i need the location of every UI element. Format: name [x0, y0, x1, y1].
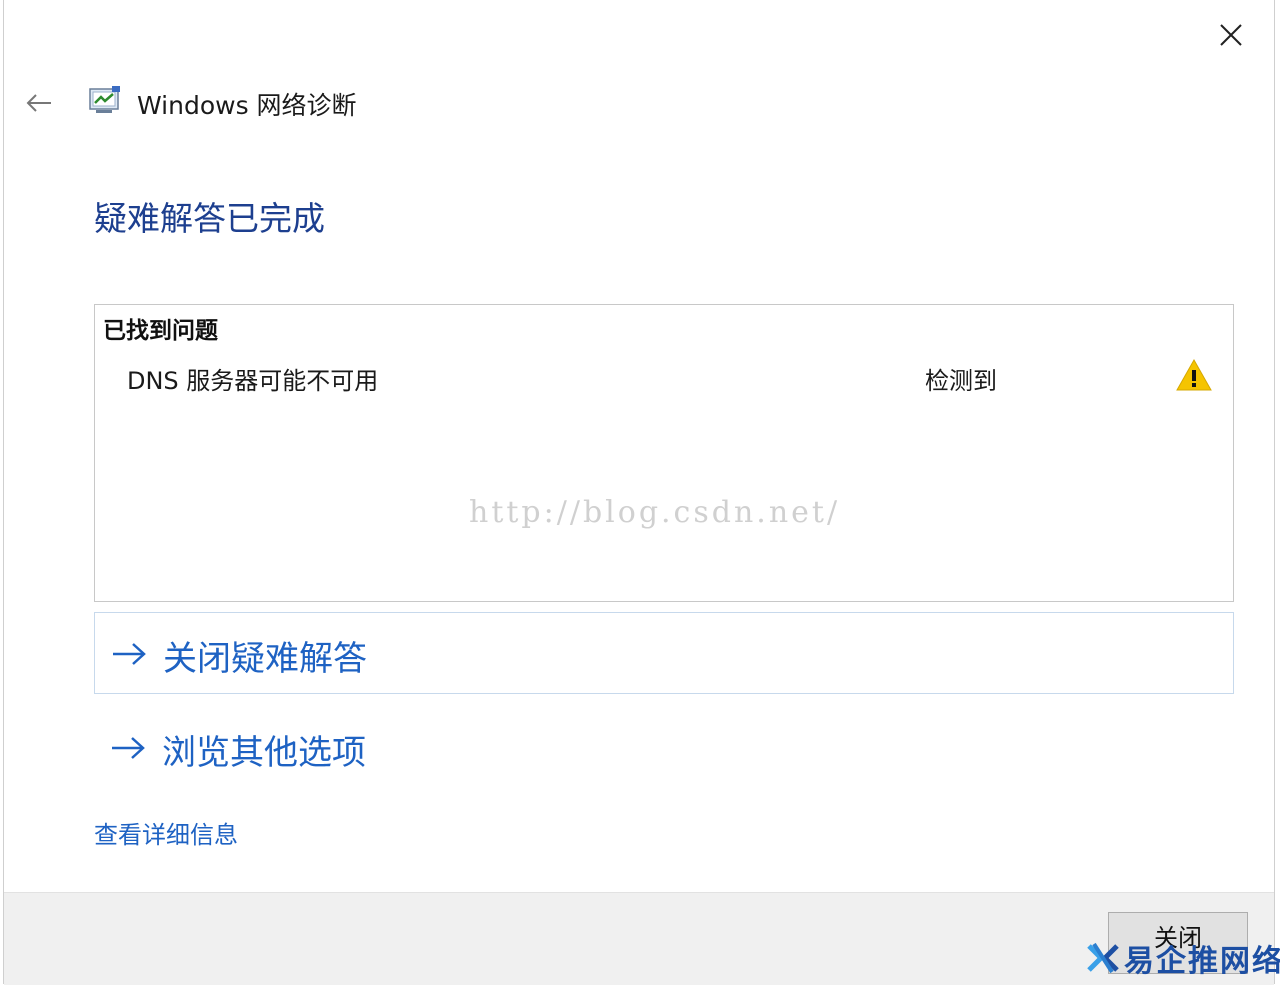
problem-item-name: DNS 服务器可能不可用 [127, 367, 379, 395]
action-label: 浏览其他选项 [162, 733, 366, 773]
troubleshooter-window: Windows 网络诊断 疑难解答已完成 已找到问题 DNS 服务器可能不可用 … [3, 0, 1275, 985]
problem-item-status: 检测到 [925, 367, 997, 395]
brand-logo-icon [1086, 941, 1120, 975]
watermark-text: http://blog.csdn.net/ [469, 495, 841, 530]
arrow-right-icon [111, 641, 147, 667]
brand-watermark: 易企推网络 [1086, 938, 1280, 979]
action-label: 关闭疑难解答 [163, 639, 367, 679]
footer-bar: 关闭 [4, 892, 1274, 985]
back-arrow-icon[interactable] [24, 88, 54, 118]
warning-icon [1175, 357, 1213, 393]
app-title: Windows 网络诊断 [137, 91, 357, 120]
problems-found-panel: 已找到问题 DNS 服务器可能不可用 检测到 http://blog.csdn.… [94, 304, 1234, 602]
close-troubleshooter-action[interactable]: 关闭疑难解答 [94, 612, 1234, 694]
brand-text: 易企推网络 [1124, 944, 1280, 979]
close-icon[interactable] [1216, 20, 1246, 50]
network-diagnostics-icon [88, 85, 122, 117]
problems-header: 已找到问题 [103, 318, 218, 344]
explore-options-action[interactable]: 浏览其他选项 [94, 707, 1234, 789]
view-details-link[interactable]: 查看详细信息 [94, 815, 238, 850]
arrow-right-icon [110, 735, 146, 761]
page-title: 疑难解答已完成 [94, 199, 325, 238]
